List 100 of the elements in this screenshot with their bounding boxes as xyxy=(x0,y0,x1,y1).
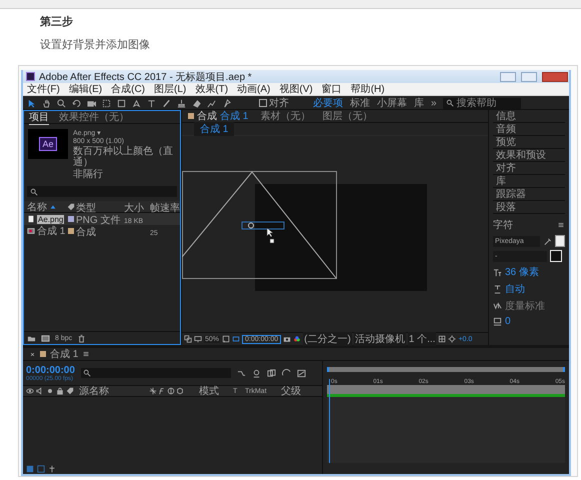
current-time-display[interactable]: 0:00:00:00 xyxy=(26,364,75,376)
help-search-field[interactable]: 搜索帮助 xyxy=(442,98,521,108)
menu-item[interactable]: 帮助(H) xyxy=(350,82,385,96)
close-button[interactable] xyxy=(542,72,568,82)
tracking-value[interactable]: 0 xyxy=(505,316,511,327)
menu-item[interactable]: 视图(V) xyxy=(279,82,313,96)
tag-icon[interactable] xyxy=(66,387,74,395)
project-search-field[interactable] xyxy=(27,186,177,197)
layer-switches-icon[interactable] xyxy=(26,464,34,472)
stamp-icon[interactable] xyxy=(177,98,186,108)
step-description: 设置好背景并添加图像 xyxy=(40,38,151,52)
cursor-icon[interactable] xyxy=(27,98,36,108)
fill-color-swatch[interactable] xyxy=(554,235,565,247)
menu-item[interactable]: 合成(C) xyxy=(111,82,146,96)
frame-blend-icon[interactable] xyxy=(266,368,276,378)
effect-icon[interactable] xyxy=(158,387,166,395)
monitor-icon[interactable] xyxy=(194,335,202,343)
column-header[interactable]: 大小 xyxy=(124,202,144,214)
column-header[interactable]: 模式 xyxy=(199,384,233,398)
resolution-dropdown[interactable]: (二分之一) xyxy=(303,332,352,346)
trash-icon[interactable] xyxy=(77,334,86,342)
gear-icon[interactable] xyxy=(448,335,456,343)
transfer-controls-icon[interactable] xyxy=(37,464,45,472)
eye-icon[interactable] xyxy=(26,387,34,395)
workspace-tab[interactable]: 标准 xyxy=(350,96,370,110)
viewer-tab[interactable]: 图层（无） xyxy=(322,109,372,123)
viewer-tab[interactable]: 素材（无） xyxy=(260,109,310,123)
panel-menu-icon[interactable] xyxy=(557,221,565,229)
eraser-icon[interactable] xyxy=(192,98,201,108)
timeline-tab[interactable]: 合成 1 xyxy=(50,347,78,361)
color-channels-icon[interactable] xyxy=(293,335,302,343)
column-header[interactable]: 类型 xyxy=(76,202,96,214)
region-icon[interactable] xyxy=(232,335,240,343)
roto-brush-icon[interactable] xyxy=(207,98,216,108)
hand-icon[interactable] xyxy=(42,98,51,108)
menu-item[interactable]: 文件(F) xyxy=(27,82,60,96)
collapsed-panel-tab[interactable]: 库 xyxy=(493,175,565,188)
speaker-icon[interactable] xyxy=(36,387,44,395)
adjustment-icon[interactable] xyxy=(167,387,175,395)
eyedropper-icon[interactable] xyxy=(542,236,552,246)
workspace-tab[interactable]: 库 xyxy=(414,96,424,110)
menu-item[interactable]: 图层(L) xyxy=(154,82,186,96)
panel-menu-icon[interactable] xyxy=(82,350,90,358)
folder-icon[interactable] xyxy=(27,334,36,342)
flowchart-icon[interactable] xyxy=(236,368,246,378)
column-header[interactable]: 名称 xyxy=(27,200,47,214)
column-header[interactable]: 帧速率 xyxy=(150,202,180,214)
workspace-tab[interactable]: 必要项 xyxy=(313,96,343,110)
panel-tab[interactable]: 项目 xyxy=(29,110,49,124)
rotate-icon[interactable] xyxy=(72,98,81,108)
rectangle-icon[interactable] xyxy=(117,98,126,108)
composition-icon[interactable] xyxy=(41,334,50,342)
camera-dropdown[interactable]: 活动摄像机 xyxy=(354,332,406,346)
layers-icon[interactable] xyxy=(184,335,192,343)
column-header[interactable]: 父级 xyxy=(281,384,311,398)
shy-icon[interactable] xyxy=(252,368,261,378)
collapsed-panel-tab[interactable]: 段落 xyxy=(493,201,565,214)
collapsed-panel-tab[interactable]: 效果和预设 xyxy=(493,149,565,162)
menu-item[interactable]: 窗口 xyxy=(322,82,342,96)
composition-breadcrumb[interactable]: 合成 1 xyxy=(194,122,234,136)
label-color-swatch[interactable] xyxy=(68,228,74,234)
close-icon[interactable] xyxy=(29,350,36,358)
lock-icon[interactable] xyxy=(56,387,64,395)
view-layout-dropdown[interactable]: 1 个... xyxy=(408,332,436,346)
sort-arrow-icon[interactable] xyxy=(49,202,57,210)
cube-icon[interactable] xyxy=(176,387,184,395)
anchor-point-handle[interactable] xyxy=(242,222,284,230)
graph-editor-icon[interactable] xyxy=(296,368,306,378)
safe-area-icon[interactable] xyxy=(222,335,230,343)
more-workspaces-button[interactable]: » xyxy=(431,98,437,108)
layer-search-field[interactable] xyxy=(80,368,231,378)
dotted-square-icon[interactable] xyxy=(102,98,111,108)
panel-tab[interactable]: 效果控件（无） xyxy=(59,110,129,124)
menu-item[interactable]: 效果(T) xyxy=(195,82,228,96)
workspace-tab[interactable]: 小屏幕 xyxy=(377,96,407,110)
grid-icon[interactable] xyxy=(438,335,446,343)
magnifier-icon[interactable] xyxy=(57,98,66,108)
item-type: PNG 文件 xyxy=(76,215,120,226)
collapsed-panel-tab[interactable]: 对齐 xyxy=(493,162,565,175)
camera-icon[interactable] xyxy=(87,98,96,108)
font-size-value[interactable]: 36 像素 xyxy=(505,265,539,279)
menu-item[interactable]: 编辑(E) xyxy=(68,82,102,96)
collapsed-panel-tab[interactable]: 音频 xyxy=(493,123,565,136)
switches-icon[interactable] xyxy=(149,387,157,395)
column-header[interactable]: 源名称 xyxy=(79,384,149,398)
label-color-swatch[interactable] xyxy=(68,216,74,222)
brush-icon[interactable] xyxy=(162,98,171,108)
text-tool-icon[interactable] xyxy=(147,98,156,108)
collapsed-panel-tab[interactable]: 信息 xyxy=(493,110,565,123)
snap-checkbox[interactable] xyxy=(259,99,267,107)
kerning-value[interactable]: 度量标准 xyxy=(505,299,545,313)
collapsed-panel-tab[interactable]: 预览 xyxy=(493,136,565,149)
collapsed-panel-tab[interactable]: 跟踪器 xyxy=(493,188,565,201)
menu-item[interactable]: 动画(A) xyxy=(237,82,270,96)
viewer-tab[interactable]: 合成 合成 1 xyxy=(188,109,248,123)
leading-value[interactable]: 自动 xyxy=(505,282,525,296)
stroke-color-swatch[interactable] xyxy=(550,250,562,262)
solo-icon[interactable] xyxy=(46,387,54,395)
pen-icon[interactable] xyxy=(132,98,141,108)
snapshot-camera-icon[interactable] xyxy=(283,335,292,343)
